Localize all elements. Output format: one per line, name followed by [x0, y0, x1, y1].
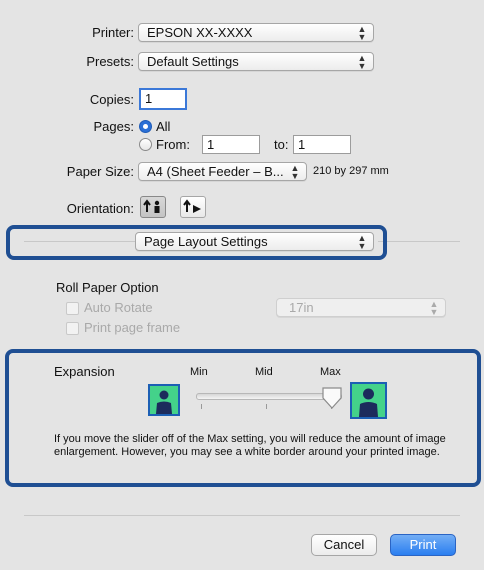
- print-button[interactable]: Print: [390, 534, 456, 556]
- copies-field[interactable]: 1: [139, 88, 187, 110]
- roll-width-value: 17in: [289, 300, 314, 315]
- presets-value: Default Settings: [147, 54, 239, 69]
- pages-to-field[interactable]: 1: [293, 135, 351, 154]
- section-popup-value: Page Layout Settings: [144, 234, 268, 249]
- pages-all-radio[interactable]: [139, 120, 152, 133]
- copies-label: Copies:: [89, 92, 134, 107]
- slider-tick-min: [201, 404, 202, 409]
- popup-arrows-icon: ▲ ▼: [429, 299, 439, 317]
- pages-from-label: From:: [156, 137, 190, 152]
- popup-arrows-icon: ▲ ▼: [357, 53, 367, 71]
- popup-arrows-icon: ▲ ▼: [357, 233, 367, 251]
- printer-label: Printer:: [92, 25, 134, 40]
- popup-arrows-icon: ▲ ▼: [290, 163, 300, 181]
- paper-size-label: Paper Size:: [66, 164, 134, 179]
- person-min-icon: [148, 384, 180, 416]
- pages-from-radio[interactable]: [139, 138, 152, 151]
- cancel-button[interactable]: Cancel: [311, 534, 377, 556]
- printer-value: EPSON XX-XXXX: [147, 25, 253, 40]
- slider-mid-label: Mid: [255, 366, 273, 378]
- auto-rotate-checkbox[interactable]: [66, 302, 79, 315]
- printer-popup[interactable]: EPSON XX-XXXX ▲ ▼: [138, 23, 374, 42]
- bottom-separator: [24, 515, 460, 516]
- roll-paper-title: Roll Paper Option: [56, 280, 159, 295]
- pages-from-field[interactable]: 1: [202, 135, 260, 154]
- orientation-landscape-button[interactable]: [180, 196, 206, 218]
- pages-to-label: to:: [274, 137, 289, 152]
- presets-popup[interactable]: Default Settings ▲ ▼: [138, 52, 374, 71]
- paper-size-value: A4 (Sheet Feeder – B...: [147, 164, 284, 179]
- separator-right: [378, 241, 460, 242]
- orientation-portrait-button[interactable]: [140, 196, 166, 218]
- popup-arrows-icon: ▲ ▼: [357, 24, 367, 42]
- person-max-icon: [350, 382, 387, 419]
- slider-max-label: Max: [320, 366, 341, 378]
- print-frame-checkbox[interactable]: [66, 322, 79, 335]
- pages-all-label: All: [156, 119, 171, 134]
- section-popup[interactable]: Page Layout Settings ▲ ▼: [135, 232, 374, 251]
- slider-thumb-icon[interactable]: [321, 386, 343, 410]
- paper-dimensions: 210 by 297 mm: [313, 165, 389, 177]
- roll-width-popup[interactable]: 17in ▲ ▼: [276, 298, 446, 317]
- expansion-description: If you move the slider off of the Max se…: [54, 433, 446, 458]
- portrait-icon: [143, 199, 160, 213]
- auto-rotate-label: Auto Rotate: [84, 300, 153, 315]
- orientation-label: Orientation:: [66, 201, 134, 216]
- paper-size-popup[interactable]: A4 (Sheet Feeder – B... ▲ ▼: [138, 162, 307, 181]
- landscape-icon: [183, 199, 201, 213]
- slider-tick-mid: [266, 404, 267, 409]
- expansion-label: Expansion: [54, 364, 115, 379]
- print-frame-label: Print page frame: [84, 320, 181, 335]
- slider-min-label: Min: [190, 366, 208, 378]
- pages-label: Pages:: [93, 119, 134, 134]
- presets-label: Presets:: [86, 54, 134, 69]
